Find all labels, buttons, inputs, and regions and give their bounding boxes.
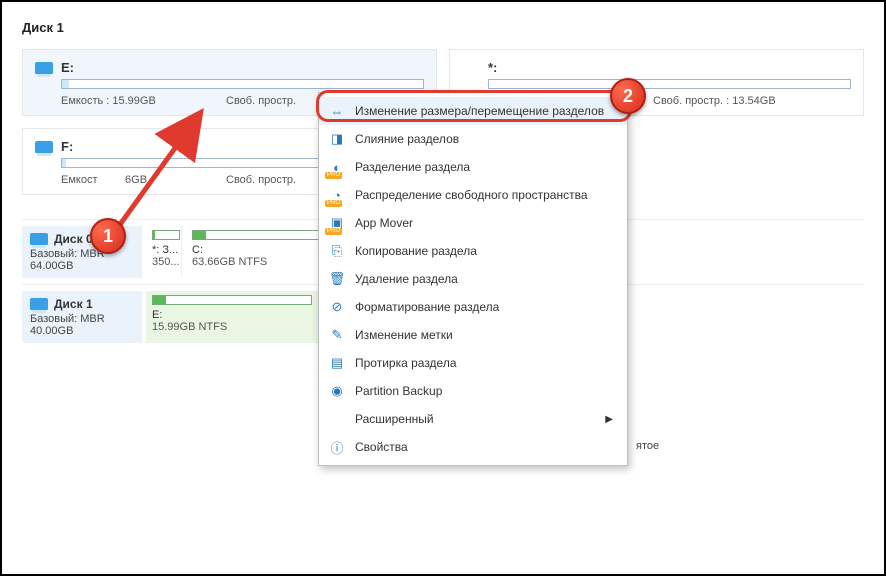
menu-item[interactable]: ◉ Partition Backup xyxy=(319,377,627,405)
menu-item[interactable]: ⎘ Копирование раздела xyxy=(319,237,627,265)
menu-label: Partition Backup xyxy=(355,384,442,398)
menu-label: Форматирование раздела xyxy=(355,300,499,314)
mini-bar xyxy=(152,295,312,305)
hdd-icon xyxy=(35,62,53,74)
disk-size: 64.00GB xyxy=(30,260,134,272)
menu-icon: ◉ xyxy=(329,383,345,399)
free-text: Своб. простр. xyxy=(226,95,296,107)
pro-badge: PRO xyxy=(325,200,342,207)
annotation-bubble-1: 1 xyxy=(90,218,126,254)
menu-icon: ▤ xyxy=(329,355,345,371)
disk-name: Диск 1 xyxy=(54,297,93,311)
partition-sub: 15.99GB NTFS xyxy=(152,321,329,333)
menu-icon: 🗑 xyxy=(329,271,345,287)
partition-block[interactable]: *: З...350... xyxy=(146,226,182,278)
menu-label: Изменение размера/перемещение разделов xyxy=(355,104,604,118)
drive-label: *: xyxy=(488,60,497,75)
menu-item[interactable]: Расширенный ▶ xyxy=(319,405,627,433)
menu-item[interactable]: ▣PROApp Mover xyxy=(319,209,627,237)
pro-badge: PRO xyxy=(325,228,342,235)
menu-label: Распределение свободного пространства xyxy=(355,188,588,202)
menu-label: Свойства xyxy=(355,440,408,454)
usage-bar xyxy=(61,79,424,89)
hdd-icon xyxy=(30,233,48,245)
page-title: Диск 1 xyxy=(22,20,864,35)
partition-label: E: xyxy=(152,309,329,321)
menu-label: Протирка раздела xyxy=(355,356,457,370)
mini-bar xyxy=(152,230,180,240)
submenu-arrow-icon: ▶ xyxy=(605,414,613,425)
menu-icon: ✎ xyxy=(329,327,345,343)
menu-label: Разделение раздела xyxy=(355,160,470,174)
menu-item[interactable]: ⓘ Свойства xyxy=(319,433,627,461)
context-menu[interactable]: ⇔ Изменение размера/перемещение разделов ◨… xyxy=(318,92,628,466)
menu-icon: ⇔ xyxy=(329,103,345,119)
capacity-text: Емкост 6GB xyxy=(61,174,226,186)
menu-label: Изменение метки xyxy=(355,328,453,342)
disk-name: Диск 0 xyxy=(54,232,93,246)
disk-size: 40.00GB xyxy=(30,325,134,337)
menu-label: Копирование раздела xyxy=(355,244,477,258)
usage-bar xyxy=(488,79,851,89)
partition-sub: 350... xyxy=(152,256,175,268)
annotation-bubble-2: 2 xyxy=(610,78,646,114)
menu-item[interactable]: ✎ Изменение метки xyxy=(319,321,627,349)
menu-label: Расширенный xyxy=(355,412,434,426)
menu-item[interactable]: ▤ Протирка раздела xyxy=(319,349,627,377)
hdd-icon xyxy=(35,141,53,153)
menu-label: Слияние разделов xyxy=(355,132,459,146)
disk-info[interactable]: Диск 1 Базовый: MBR40.00GB xyxy=(22,291,142,343)
menu-icon: ◨ xyxy=(329,131,345,147)
drive-label: F: xyxy=(61,139,73,154)
menu-icon: ⓘ xyxy=(329,439,345,455)
menu-label: App Mover xyxy=(355,216,413,230)
menu-item[interactable]: 🗑 Удаление раздела xyxy=(319,265,627,293)
hdd-icon xyxy=(30,298,48,310)
menu-item[interactable]: ◐PROРазделение раздела xyxy=(319,153,627,181)
stray-text: ятое xyxy=(636,440,659,452)
menu-item[interactable]: ⇔ Изменение размера/перемещение разделов xyxy=(319,97,627,125)
menu-label: Удаление раздела xyxy=(355,272,458,286)
capacity-text: Емкость : 15.99GB xyxy=(61,95,226,107)
partition-block[interactable]: E:15.99GB NTFS xyxy=(146,291,336,343)
menu-icon: ⎘ xyxy=(329,243,345,259)
free-text: Своб. простр. xyxy=(226,174,296,186)
disk-type: Базовый: MBR xyxy=(30,313,134,325)
drive-label: E: xyxy=(61,60,74,75)
menu-item[interactable]: ◔PROРаспределение свободного пространств… xyxy=(319,181,627,209)
menu-item[interactable]: ⊘ Форматирование раздела xyxy=(319,293,627,321)
menu-icon: ⊘ xyxy=(329,299,345,315)
pro-badge: PRO xyxy=(325,172,342,179)
menu-item[interactable]: ◨ Слияние разделов xyxy=(319,125,627,153)
free-text: Своб. простр. : 13.54GB xyxy=(653,95,776,107)
partition-label: *: З... xyxy=(152,244,175,256)
menu-icon xyxy=(329,411,345,427)
